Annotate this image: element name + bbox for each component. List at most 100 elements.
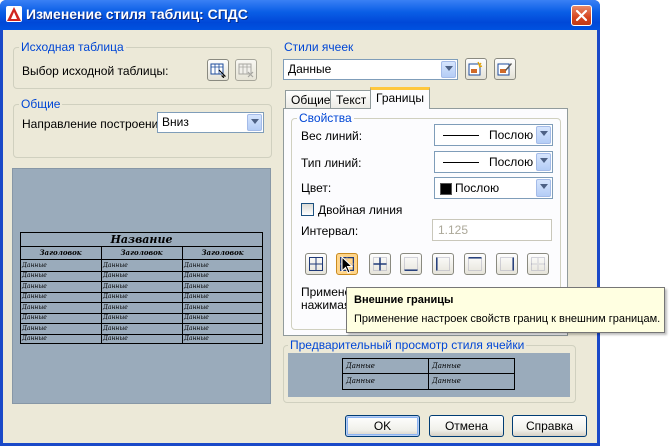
- preview-header-cell: Заголовок: [120, 248, 163, 257]
- tooltip: Внешние границы Применение настроек свой…: [346, 287, 665, 333]
- clear-table-button[interactable]: [235, 59, 257, 81]
- preview-header-cell: Заголовок: [201, 248, 244, 257]
- cell-preview-cell: Данные: [432, 377, 461, 385]
- color-value: Послою: [455, 181, 500, 195]
- preview-data-cell: Данные: [22, 282, 47, 290]
- line-type-label: Тип линий:: [301, 156, 362, 170]
- properties-group-title: Свойства: [297, 111, 354, 125]
- chevron-down-icon[interactable]: [441, 61, 456, 78]
- chevron-down-icon[interactable]: [536, 153, 551, 171]
- preview-data-cell: Данные: [184, 324, 209, 332]
- direction-dropdown[interactable]: Вниз: [157, 112, 264, 133]
- chevron-down-icon[interactable]: [247, 114, 262, 131]
- line-weight-label: Вес линий:: [301, 129, 363, 143]
- tooltip-text: Применение настроек свойств границ к вне…: [354, 313, 661, 325]
- right-border-button[interactable]: [496, 253, 518, 275]
- preview-data-cell: Данные: [184, 335, 209, 342]
- line-sample: [443, 135, 479, 136]
- cell-preview-vline: [428, 358, 429, 390]
- new-cell-style-icon: [468, 61, 483, 76]
- bottom-border-button[interactable]: [400, 253, 422, 275]
- preview-data-cell: Данные: [22, 272, 47, 279]
- color-swatch: [440, 183, 452, 195]
- preview-data-cell: Данные: [103, 303, 128, 311]
- line-sample: [443, 162, 479, 163]
- ok-button[interactable]: OK: [345, 415, 420, 437]
- line-weight-dropdown[interactable]: Послою: [434, 124, 553, 146]
- preview-data-cell: Данные: [184, 272, 209, 279]
- help-button[interactable]: Справка: [512, 415, 587, 437]
- top-border-icon: [468, 257, 482, 271]
- preview-data-cell: Данные: [22, 324, 47, 332]
- new-cell-style-button[interactable]: [465, 58, 487, 80]
- autocad-app-icon: [6, 6, 22, 22]
- direction-label: Направление построения:: [22, 117, 169, 131]
- chevron-down-icon[interactable]: [536, 126, 551, 144]
- select-table-button[interactable]: [207, 59, 229, 81]
- general-group-title: Общие: [19, 97, 63, 111]
- chevron-down-icon[interactable]: [536, 179, 551, 197]
- preview-data-cell: Данные: [184, 293, 209, 300]
- preview-data-cell: Данные: [22, 303, 47, 311]
- preview-data-cell: Данные: [184, 282, 209, 290]
- preview-data-cell: Данные: [184, 303, 209, 311]
- bottom-border-icon: [404, 257, 418, 271]
- left-border-icon: [436, 257, 450, 271]
- select-table-icon: [210, 63, 226, 78]
- preview-row-line: [20, 312, 263, 314]
- cell-style-dropdown[interactable]: Данные: [283, 59, 458, 80]
- preview-col-line: [101, 246, 102, 344]
- preview-title-row-line: [20, 246, 263, 247]
- preview-data-cell: Данные: [103, 261, 128, 269]
- preview-data-cell: Данные: [22, 261, 47, 269]
- preview-row-line: [20, 281, 263, 282]
- interval-input[interactable]: 1.125: [432, 219, 552, 241]
- tab-text[interactable]: Текст: [330, 90, 373, 108]
- select-source-table-label: Выбор исходной таблицы:: [22, 64, 169, 78]
- color-dropdown[interactable]: Послою: [434, 177, 553, 199]
- inside-borders-button[interactable]: [369, 253, 391, 275]
- tab-general[interactable]: Общие: [285, 90, 337, 108]
- preview-data-cell: Данные: [22, 314, 47, 321]
- cell-preview-cell: Данные: [346, 362, 375, 370]
- preview-data-cell: Данные: [184, 314, 209, 321]
- delete-table-icon: [238, 63, 254, 78]
- top-border-button[interactable]: [464, 253, 486, 275]
- preview-data-cell: Данные: [103, 335, 128, 342]
- cancel-button[interactable]: Отмена: [429, 415, 504, 437]
- preview-row-line: [20, 333, 263, 335]
- preview-data-cell: Данные: [22, 293, 47, 300]
- no-border-icon: [531, 257, 545, 271]
- manage-cell-styles-button[interactable]: [494, 58, 516, 80]
- interval-label: Интервал:: [301, 224, 359, 238]
- cell-style-value: Данные: [288, 62, 332, 76]
- preview-header-row-line: [20, 259, 263, 260]
- interval-value: 1.125: [438, 223, 469, 237]
- tooltip-title: Внешние границы: [354, 294, 454, 306]
- preview-col-line: [182, 246, 183, 344]
- tab-borders[interactable]: Границы: [370, 87, 430, 109]
- line-type-value: Послою: [489, 155, 534, 169]
- window-title: Изменение стиля таблиц: СПДС: [26, 6, 248, 22]
- cell-preview-group-title: Предварительный просмотр стиля ячейки: [288, 338, 527, 352]
- close-button[interactable]: [571, 5, 592, 26]
- preview-row-line: [20, 302, 263, 303]
- preview-data-cell: Данные: [103, 282, 128, 290]
- source-table-group-title: Исходная таблица: [19, 40, 126, 54]
- line-type-dropdown[interactable]: Послою: [434, 151, 553, 173]
- direction-value: Вниз: [162, 115, 189, 129]
- title-bar[interactable]: Изменение стиля таблиц: СПДС: [0, 0, 600, 30]
- all-borders-button[interactable]: [305, 253, 327, 275]
- no-border-button[interactable]: [527, 253, 549, 275]
- preview-data-cell: Данные: [103, 272, 128, 279]
- all-borders-icon: [309, 257, 323, 271]
- preview-data-cell: Данные: [184, 261, 209, 269]
- preview-row-line: [20, 291, 263, 293]
- manage-cell-styles-icon: [497, 63, 512, 76]
- double-line-checkbox[interactable]: [301, 203, 314, 216]
- preview-data-cell: Данные: [103, 324, 128, 332]
- left-border-button[interactable]: [432, 253, 454, 275]
- preview-data-cell: Данные: [103, 293, 128, 300]
- double-line-label: Двойная линия: [318, 203, 403, 217]
- preview-table-title: Название: [110, 233, 173, 246]
